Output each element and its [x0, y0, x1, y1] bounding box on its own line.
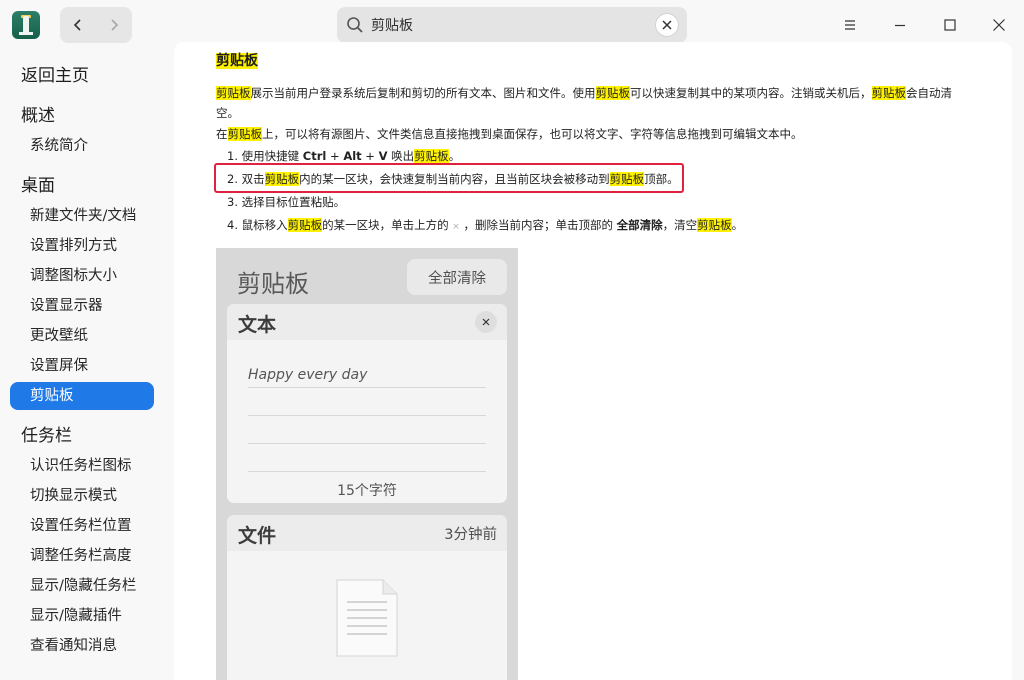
close-window-button[interactable] — [984, 10, 1014, 40]
file-card-time: 3分钟前 — [444, 527, 497, 543]
sidebar-item-label: 调整任务栏高度 — [30, 548, 132, 564]
sidebar-item-label: 认识任务栏图标 — [30, 458, 132, 474]
sidebar-item-label: 切换显示模式 — [30, 488, 117, 504]
sidebar-item-notifications[interactable]: 查看通知消息 — [10, 632, 154, 660]
sidebar-item-clipboard[interactable]: 剪贴板 — [10, 382, 154, 410]
sidebar-item-taskbar[interactable]: 任务栏 — [10, 422, 154, 450]
sidebar-item-label: 设置排列方式 — [30, 238, 117, 254]
sidebar-item-display[interactable]: 设置显示器 — [10, 292, 154, 320]
highlight-box — [214, 163, 684, 193]
sidebar-item-new-folder[interactable]: 新建文件夹/文档 — [10, 202, 154, 230]
sidebar-item-label: 系统简介 — [30, 138, 88, 154]
file-card-title: 文件 — [238, 525, 277, 547]
sidebar-item-label: 设置屏保 — [30, 358, 88, 374]
sidebar-item-wallpaper[interactable]: 更改壁纸 — [10, 322, 154, 350]
sidebar-item-arrange[interactable]: 设置排列方式 — [10, 232, 154, 260]
sidebar-item-desktop[interactable]: 桌面 — [10, 172, 154, 200]
sidebar-item-taskbar-height[interactable]: 调整任务栏高度 — [10, 542, 154, 570]
clear-all-button: 全部清除 — [407, 259, 507, 295]
sidebar-item-label: 设置显示器 — [30, 298, 103, 314]
sidebar-item-label: 查看通知消息 — [30, 638, 117, 654]
clip-text: Happy every day — [248, 367, 368, 383]
search-box[interactable] — [337, 7, 687, 43]
app-logo-icon — [12, 11, 40, 39]
maximize-icon — [944, 19, 956, 31]
minimize-button[interactable] — [885, 10, 915, 40]
search-icon — [347, 17, 363, 33]
sidebar-item-label: 调整图标大小 — [30, 268, 117, 284]
sidebar-item-screensaver[interactable]: 设置屏保 — [10, 352, 154, 380]
close-icon — [482, 318, 490, 326]
page-title: 剪贴板 — [216, 53, 258, 69]
navigation-buttons — [60, 7, 132, 43]
sidebar-item-label: 显示/隐藏任务栏 — [30, 578, 137, 594]
back-button[interactable] — [60, 7, 96, 43]
clipboard-illustration: 剪贴板 全部清除 文本 Happy every day 15个字符 文件 3分钟… — [216, 248, 518, 680]
paragraph-drag: 在剪贴板上，可以将有源图片、文件类信息直接拖拽到桌面保存，也可以将文字、字符等信… — [216, 127, 803, 141]
forward-button[interactable] — [96, 7, 132, 43]
sidebar-item-label: 任务栏 — [21, 426, 72, 446]
sidebar-item-label: 剪贴板 — [30, 388, 74, 404]
file-card: 文件 3分钟前 — [227, 515, 507, 680]
content-panel: 剪贴板 剪贴板展示当前用户登录系统后复制和剪切的所有文本、图片和文件。使用剪贴板… — [174, 42, 1012, 680]
text-card-title: 文本 — [238, 314, 277, 336]
sidebar-item-taskbar-position[interactable]: 设置任务栏位置 — [10, 512, 154, 540]
sidebar-item-taskbar-icons[interactable]: 认识任务栏图标 — [10, 452, 154, 480]
chevron-left-icon — [73, 19, 81, 31]
sidebar-item-label: 桌面 — [21, 176, 55, 196]
document-icon — [336, 579, 398, 657]
maximize-button[interactable] — [935, 10, 965, 40]
sidebar-item-system-intro[interactable]: 系统简介 — [10, 132, 154, 160]
sidebar-item-label: 设置任务栏位置 — [30, 518, 132, 534]
sidebar-item-label: 更改壁纸 — [30, 328, 88, 344]
illustration-title: 剪贴板 — [237, 270, 309, 298]
sidebar-item-toggle-taskbar[interactable]: 显示/隐藏任务栏 — [10, 572, 154, 600]
step-4: 4. 鼠标移入剪贴板的某一区块，单击上方的 × ，删除当前内容；单击顶部的 全部… — [227, 218, 744, 232]
sidebar-item-label: 返回主页 — [21, 66, 89, 86]
search-input[interactable] — [371, 7, 641, 43]
clear-search-button[interactable] — [655, 13, 679, 37]
sidebar-item-label: 新建文件夹/文档 — [30, 208, 137, 224]
close-icon — [662, 20, 672, 30]
close-icon — [993, 19, 1005, 31]
chevron-right-icon — [111, 19, 119, 31]
sidebar-item-display-mode[interactable]: 切换显示模式 — [10, 482, 154, 510]
sidebar-item-label: 概述 — [21, 106, 55, 126]
paragraph-intro: 剪贴板展示当前用户登录系统后复制和剪切的所有文本、图片和文件。使用剪贴板可以快速… — [216, 86, 952, 120]
sidebar-item-home[interactable]: 返回主页 — [10, 62, 154, 90]
sidebar: 返回主页 概述 系统简介 桌面 新建文件夹/文档 设置排列方式 调整图标大小 设… — [0, 52, 164, 680]
sidebar-item-overview[interactable]: 概述 — [10, 102, 154, 130]
card-close-button — [475, 311, 497, 333]
step-3: 3. 选择目标位置粘贴。 — [227, 195, 346, 209]
menu-button[interactable] — [835, 10, 865, 40]
menu-icon — [845, 20, 855, 30]
minimize-icon — [895, 24, 905, 27]
close-icon: × — [452, 222, 460, 232]
sidebar-item-icon-size[interactable]: 调整图标大小 — [10, 262, 154, 290]
char-count: 15个字符 — [337, 483, 397, 499]
sidebar-item-label: 显示/隐藏插件 — [30, 608, 122, 624]
sidebar-item-toggle-plugins[interactable]: 显示/隐藏插件 — [10, 602, 154, 630]
text-card: 文本 Happy every day 15个字符 — [227, 304, 507, 503]
